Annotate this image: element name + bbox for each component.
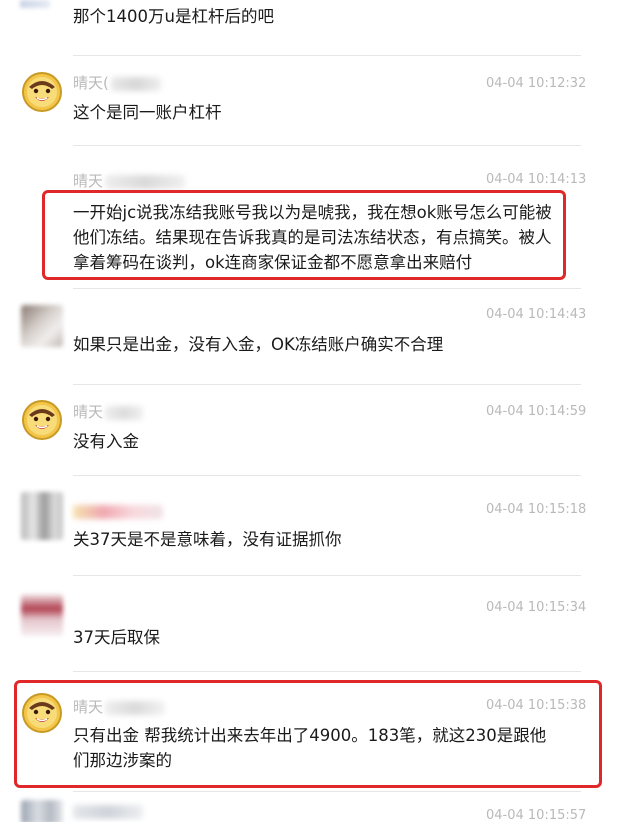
chat-message: 04-04 10:15:34 37天后取保 [0,576,641,671]
message-text: 37天后取保 [73,628,160,647]
message-time: 04-04 10:14:13 [486,172,587,187]
chat-history: 那个1400万u是杠杆后的吧 晴天( 04-04 10:12:32 这个是同一账… [0,0,641,822]
chat-message: 晴天 04-04 10:15:38 只有出金 帮我统计出来去年出了4900。18… [0,672,641,790]
chat-message: 晴天 04-04 10:14:13 一开始jc说我冻结我账号我以为是唬我，我在想… [0,146,641,287]
blurred-avatar-icon [20,0,50,8]
smiley-face-avatar-icon[interactable] [21,71,63,113]
chat-message: 晴天( 04-04 10:12:32 这个是同一账户杠杆 [0,56,641,145]
blurred-avatar-icon[interactable] [21,594,63,636]
blurred-avatar-icon[interactable] [21,492,63,540]
sender-name: 晴天( [73,74,161,92]
message-time: 04-04 10:14:59 [486,404,587,419]
message-text: 关37天是不是意味着，没有证据抓你 [73,530,342,549]
blurred-avatar-icon[interactable] [21,800,63,822]
message-time: 04-04 10:15:57 [486,808,587,822]
smiley-face-avatar-icon[interactable] [21,399,63,441]
chat-message: 那个1400万u是杠杆后的吧 [0,0,641,56]
message-time: 04-04 10:12:32 [486,76,587,91]
redacted-name [73,804,143,819]
message-text: 那个1400万u是杠杆后的吧 [73,7,274,26]
redacted-name [105,405,144,420]
message-text: 这个是同一账户杠杆 [73,103,222,122]
sender-name: 晴天 [73,403,144,421]
chat-message: 04-04 10:15:18 关37天是不是意味着，没有证据抓你 [0,476,641,575]
redacted-name [73,504,163,519]
blurred-avatar-icon[interactable] [21,305,63,347]
sender-name: 晴天 [73,172,186,190]
message-time: 04-04 10:15:18 [486,502,587,517]
message-text: 如果只是出金，没有入金，OK冻结账户确实不合理 [73,335,444,354]
chat-message: 晴天 04-04 10:14:59 没有入金 [0,385,641,475]
message-text: 没有入金 [73,432,139,451]
sender-name [73,802,143,820]
message-time: 04-04 10:15:34 [486,600,587,615]
chat-message: 04-04 10:14:43 如果只是出金，没有入金，OK冻结账户确实不合理 [0,289,641,384]
redacted-name [105,174,186,189]
highlight-box [42,190,566,280]
message-time: 04-04 10:14:43 [486,307,587,322]
chat-message: 04-04 10:15:57 [0,792,641,822]
redacted-name [110,76,161,91]
sender-name [73,502,163,520]
highlight-box [14,680,602,788]
